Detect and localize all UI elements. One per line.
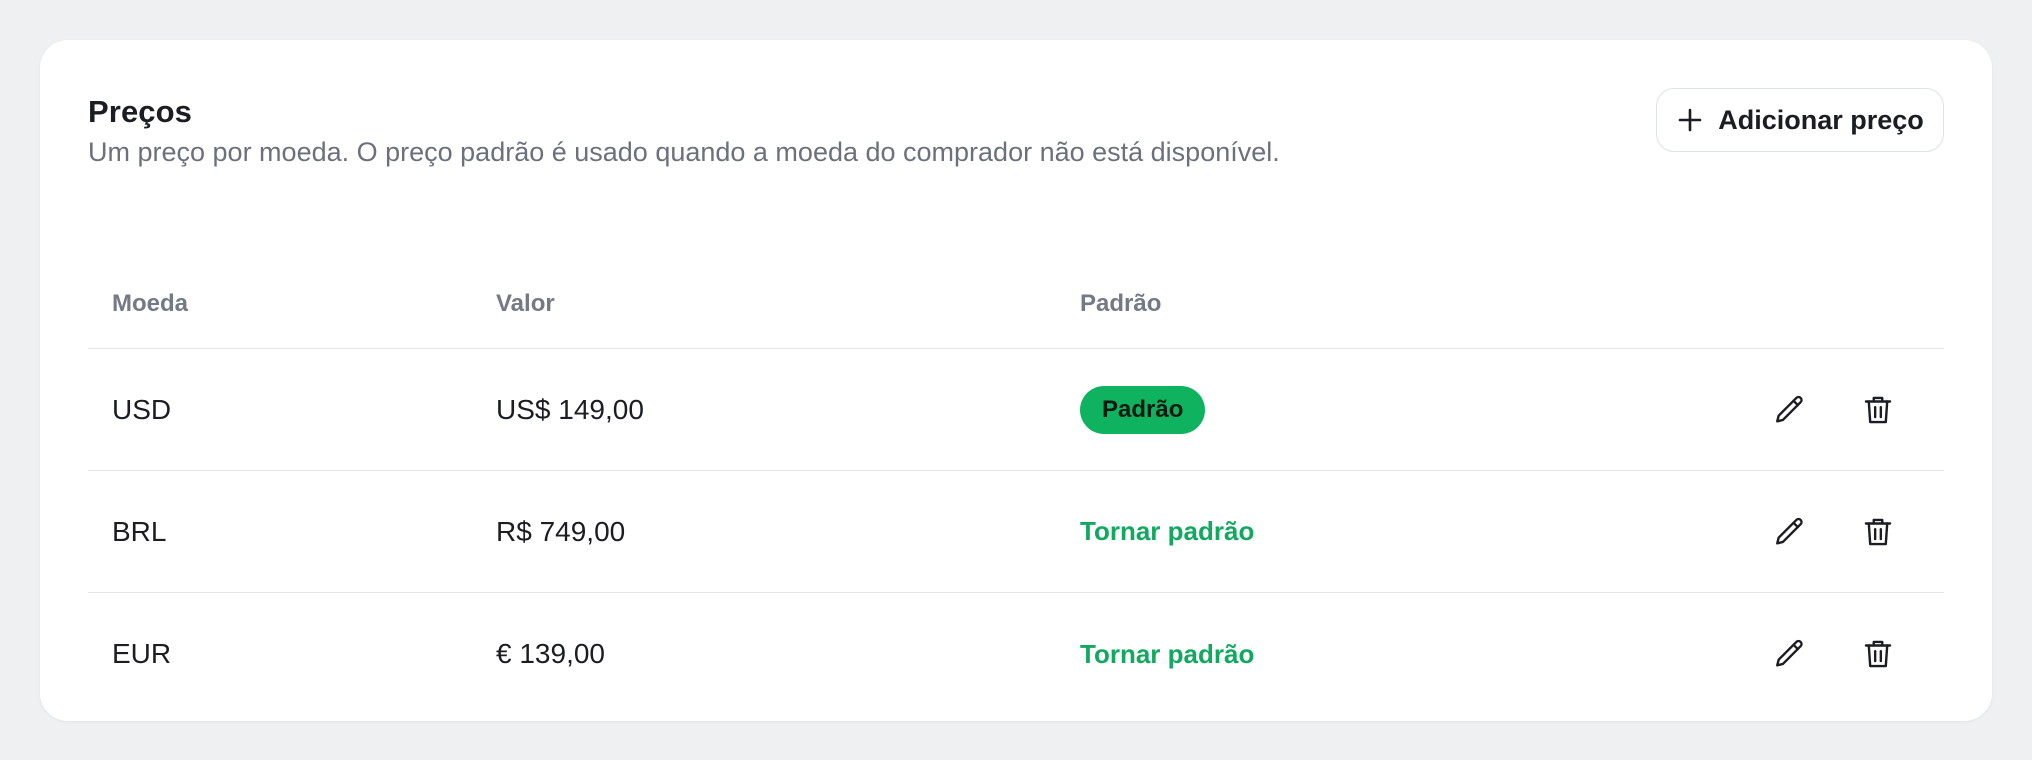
- table-header: Moeda Valor Padrão: [88, 230, 1944, 349]
- table-row: BRL R$ 749,00 Tornar padrão: [88, 471, 1944, 593]
- make-default-link[interactable]: Tornar padrão: [1080, 639, 1254, 670]
- column-header-currency: Moeda: [112, 290, 189, 317]
- row-actions: [1772, 593, 1896, 715]
- add-price-button-label: Adicionar preço: [1718, 104, 1924, 135]
- make-default-link[interactable]: Tornar padrão: [1080, 516, 1254, 547]
- currency-cell: EUR: [112, 638, 172, 669]
- prices-card: Preços Um preço por moeda. O preço padrã…: [40, 40, 1992, 721]
- edit-pencil-icon[interactable]: [1772, 392, 1808, 428]
- edit-pencil-icon[interactable]: [1772, 514, 1808, 550]
- column-header-default: Padrão: [1080, 290, 1162, 317]
- row-actions: [1772, 349, 1896, 470]
- prices-table: Moeda Valor Padrão USD US$ 149,00 Padrão…: [88, 230, 1944, 715]
- table-row: USD US$ 149,00 Padrão: [88, 349, 1944, 471]
- table-body: USD US$ 149,00 Padrão BRL R$ 749,00 Torn…: [88, 349, 1944, 715]
- amount-cell: € 139,00: [496, 638, 605, 669]
- currency-cell: USD: [112, 393, 172, 425]
- default-cell: Tornar padrão: [1080, 593, 1254, 715]
- currency-cell: BRL: [112, 515, 167, 547]
- delete-trash-icon[interactable]: [1860, 392, 1896, 428]
- add-price-button[interactable]: Adicionar preço: [1656, 88, 1944, 152]
- column-header-amount: Valor: [496, 290, 555, 317]
- default-badge: Padrão: [1080, 385, 1206, 434]
- amount-cell: US$ 149,00: [496, 393, 644, 425]
- default-cell: Tornar padrão: [1080, 471, 1254, 592]
- delete-trash-icon[interactable]: [1860, 514, 1896, 550]
- delete-trash-icon[interactable]: [1860, 636, 1896, 672]
- plus-icon: [1676, 106, 1704, 134]
- row-actions: [1772, 471, 1896, 592]
- table-row: EUR € 139,00 Tornar padrão: [88, 593, 1944, 715]
- amount-cell: R$ 749,00: [496, 515, 626, 547]
- default-cell: Padrão: [1080, 349, 1206, 470]
- edit-pencil-icon[interactable]: [1772, 636, 1808, 672]
